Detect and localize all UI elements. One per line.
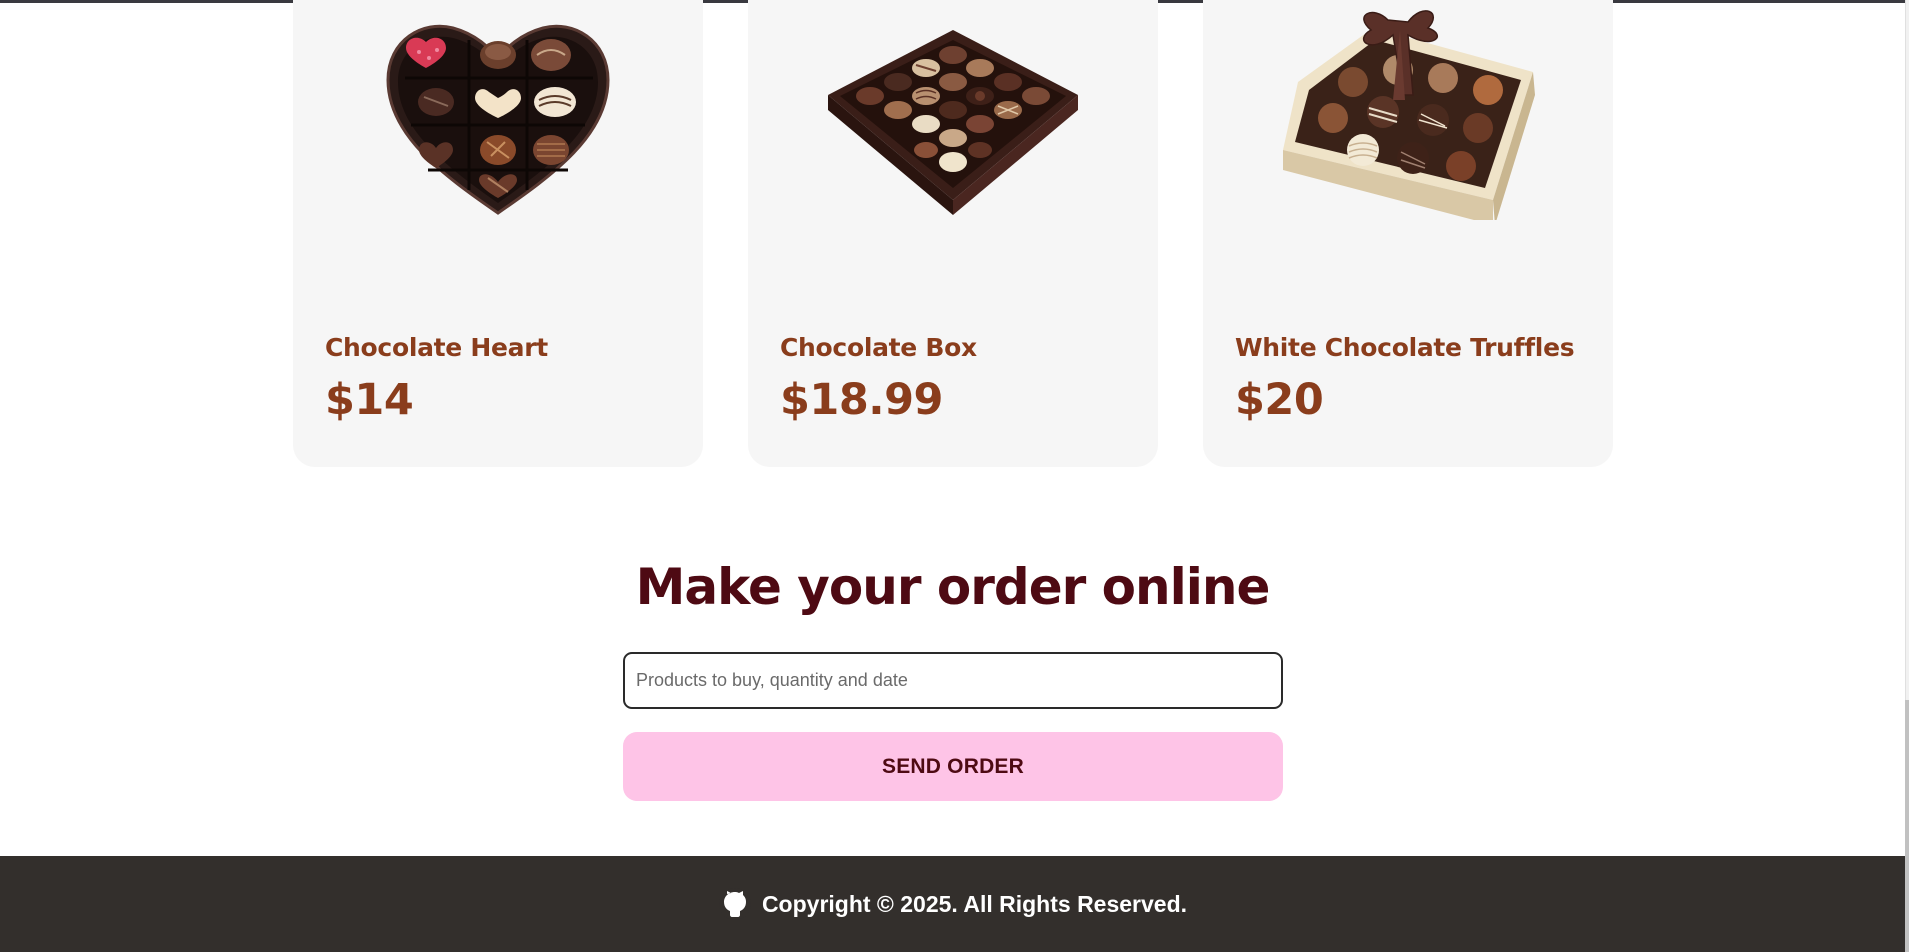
product-price: $18.99 [780, 375, 943, 425]
github-icon[interactable] [718, 887, 752, 921]
product-title: White Chocolate Truffles [1235, 333, 1575, 362]
product-price: $14 [325, 375, 414, 425]
page-scrollbar[interactable] [1905, 0, 1909, 952]
copyright-text: Copyright © 2025. All Rights Reserved. [761, 890, 1188, 917]
footer: Copyright © 2025. All Rights Reserved. [0, 856, 1905, 952]
product-card[interactable]: Chocolate Heart $14 [293, 0, 703, 467]
scrollbar-thumb[interactable] [1905, 700, 1909, 952]
order-section-title: Make your order online [635, 558, 1271, 616]
order-details-input[interactable] [623, 652, 1283, 709]
heart-chocolate-box-image [386, 24, 610, 215]
product-price: $20 [1235, 375, 1324, 425]
square-chocolate-box-image [828, 30, 1078, 215]
page: Chocolate Heart $14 Chocolate Box $18.99… [0, 0, 1905, 952]
product-card[interactable]: White Chocolate Truffles $20 [1203, 0, 1613, 467]
product-title: Chocolate Box [780, 333, 977, 362]
product-grid: Chocolate Heart $14 Chocolate Box $18.99… [293, 0, 1613, 467]
white-truffle-box-image [1283, 10, 1535, 220]
product-title: Chocolate Heart [325, 333, 548, 362]
send-order-button[interactable]: SEND ORDER [623, 732, 1283, 801]
product-card[interactable]: Chocolate Box $18.99 [748, 0, 1158, 467]
